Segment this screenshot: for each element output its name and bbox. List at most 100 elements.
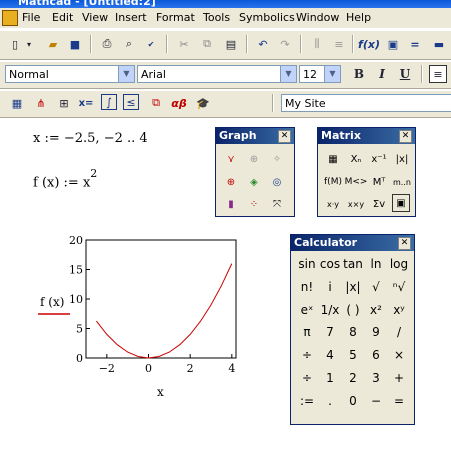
subscript-icon[interactable]: Xₙ — [346, 149, 366, 169]
close-icon[interactable]: ✕ — [278, 130, 291, 143]
align-left-icon[interactable]: ≡ — [429, 65, 447, 83]
dot-product-icon[interactable]: x·y — [323, 194, 343, 214]
digit-9-button[interactable]: 9 — [364, 323, 388, 341]
picture-icon[interactable]: ▣ — [392, 194, 410, 212]
division-button[interactable]: ÷ — [295, 369, 319, 387]
range-variable-definition[interactable]: x := −2.5, −2 .. 4 — [33, 131, 148, 146]
menu-tools[interactable]: Tools — [203, 11, 230, 24]
new-document-icon[interactable]: ▯ — [6, 35, 24, 53]
italic-button[interactable]: I — [373, 65, 391, 83]
insert-graph-icon[interactable]: ▬ — [430, 35, 448, 53]
digit-8-button[interactable]: 8 — [341, 323, 365, 341]
digit-0-button[interactable]: 0 — [341, 392, 365, 410]
sin-button[interactable]: sin — [295, 255, 319, 273]
bar-plot-icon[interactable]: ▮ — [221, 194, 241, 214]
open-folder-icon[interactable]: ▰ — [44, 35, 62, 53]
menu-edit[interactable]: Edit — [52, 11, 73, 24]
mixed-fraction-button[interactable]: ÷ — [295, 346, 319, 364]
column-icon[interactable]: M<> — [345, 172, 368, 192]
cut-icon[interactable]: ✂ — [175, 35, 193, 53]
vector-sum-icon[interactable]: Σv — [369, 194, 389, 214]
close-icon[interactable]: ✕ — [399, 130, 412, 143]
reciprocal-button[interactable]: 1/x — [318, 301, 342, 319]
save-icon[interactable]: ■ — [66, 35, 84, 53]
divide-button[interactable]: / — [387, 323, 411, 341]
print-icon[interactable]: ⎙ — [98, 35, 116, 53]
calculate-icon[interactable]: = — [406, 35, 424, 53]
scatter-plot-icon[interactable]: ⁘ — [244, 194, 264, 214]
bold-button[interactable]: B — [350, 65, 368, 83]
new-dropdown-icon[interactable]: ▾ — [24, 35, 34, 53]
plus-button[interactable]: + — [387, 369, 411, 387]
vectorize-icon[interactable]: f(M) — [323, 172, 343, 192]
underline-button[interactable]: U — [396, 65, 414, 83]
insert-unit-icon[interactable]: ▣ — [384, 35, 402, 53]
menu-format[interactable]: Format — [156, 11, 195, 24]
square-root-button[interactable]: √ — [364, 278, 388, 296]
xy-plot-icon[interactable]: ⋎ — [221, 149, 241, 169]
digit-5-button[interactable]: 5 — [341, 346, 365, 364]
inverse-icon[interactable]: x⁻¹ — [369, 149, 389, 169]
cos-button[interactable]: cos — [318, 255, 342, 273]
definition-button[interactable]: := — [295, 392, 319, 410]
menu-symbolics[interactable]: Symbolics — [239, 11, 295, 24]
factorial-button[interactable]: n! — [295, 278, 319, 296]
print-preview-icon[interactable]: ⌕ — [120, 35, 138, 53]
digit-7-button[interactable]: 7 — [318, 323, 342, 341]
chevron-down-icon[interactable]: ▼ — [324, 66, 340, 82]
nth-root-button[interactable]: ⁿ√ — [387, 278, 411, 296]
font-size-select[interactable]: 12 ▼ — [299, 65, 341, 83]
spell-check-icon[interactable]: ✔ — [142, 35, 160, 53]
power-button[interactable]: xʸ — [387, 301, 411, 319]
chevron-down-icon[interactable]: ▼ — [118, 66, 134, 82]
align-across-icon[interactable]: ⫼ — [308, 35, 326, 53]
tan-button[interactable]: tan — [341, 255, 365, 273]
multiply-button[interactable]: × — [387, 346, 411, 364]
function-definition[interactable]: f (x) := x2 — [33, 167, 97, 190]
menu-view[interactable]: View — [82, 11, 108, 24]
paste-icon[interactable]: ▤ — [222, 35, 240, 53]
ln-button[interactable]: ln — [364, 255, 388, 273]
menu-file[interactable]: File — [22, 11, 40, 24]
decimal-point-button[interactable]: . — [318, 392, 342, 410]
digit-3-button[interactable]: 3 — [364, 369, 388, 387]
equals-button[interactable]: = — [387, 392, 411, 410]
calculator-toolbar-icon[interactable]: ▦ — [8, 94, 26, 112]
boolean-toolbar-icon[interactable]: ≤ — [123, 94, 139, 110]
range-icon[interactable]: m..n — [392, 172, 412, 192]
cross-product-icon[interactable]: x×y — [346, 194, 366, 214]
app-icon[interactable] — [2, 10, 18, 26]
trace-icon[interactable]: ✧ — [267, 149, 287, 169]
resource-select[interactable]: My Site — [281, 94, 451, 112]
digit-6-button[interactable]: 6 — [364, 346, 388, 364]
square-button[interactable]: x² — [364, 301, 388, 319]
parentheses-button[interactable]: ( ) — [341, 301, 365, 319]
menu-help[interactable]: Help — [346, 11, 371, 24]
vector-field-icon[interactable]: ⤧ — [267, 194, 287, 214]
insert-matrix-icon[interactable]: ▦ — [323, 149, 343, 169]
digit-1-button[interactable]: 1 — [318, 369, 342, 387]
align-down-icon[interactable]: ≡ — [330, 35, 348, 53]
insert-function-icon[interactable]: f(x) — [358, 35, 380, 53]
copy-icon[interactable]: ⧉ — [198, 35, 216, 53]
undo-icon[interactable]: ↶ — [254, 35, 272, 53]
close-icon[interactable]: ✕ — [398, 237, 411, 250]
symbolic-toolbar-icon[interactable]: 🎓 — [194, 94, 212, 112]
programming-toolbar-icon[interactable]: ⧉ — [147, 94, 165, 112]
absolute-value-button[interactable]: |x| — [341, 278, 365, 296]
redo-icon[interactable]: ↷ — [276, 35, 294, 53]
contour-plot-icon[interactable]: ◎ — [267, 172, 287, 192]
font-select[interactable]: Arial ▼ — [137, 65, 297, 83]
log-button[interactable]: log — [387, 255, 411, 273]
xy-plot[interactable]: 0 5 10 15 20 −2 0 2 4 f (x) x — [30, 230, 240, 400]
calculus-toolbar-icon[interactable]: ∫ — [101, 94, 117, 110]
greek-toolbar-icon[interactable]: αβ — [170, 94, 188, 112]
matrix-toolbar-icon[interactable]: ⊞ — [55, 94, 73, 112]
imaginary-button[interactable]: i — [318, 278, 342, 296]
exp-button[interactable]: eˣ — [295, 301, 319, 319]
digit-4-button[interactable]: 4 — [318, 346, 342, 364]
graph-toolbar-icon[interactable]: ⋔ — [32, 94, 50, 112]
surface-plot-icon[interactable]: ◈ — [244, 172, 264, 192]
style-select[interactable]: Normal ▼ — [5, 65, 135, 83]
determinant-icon[interactable]: |x| — [392, 149, 412, 169]
